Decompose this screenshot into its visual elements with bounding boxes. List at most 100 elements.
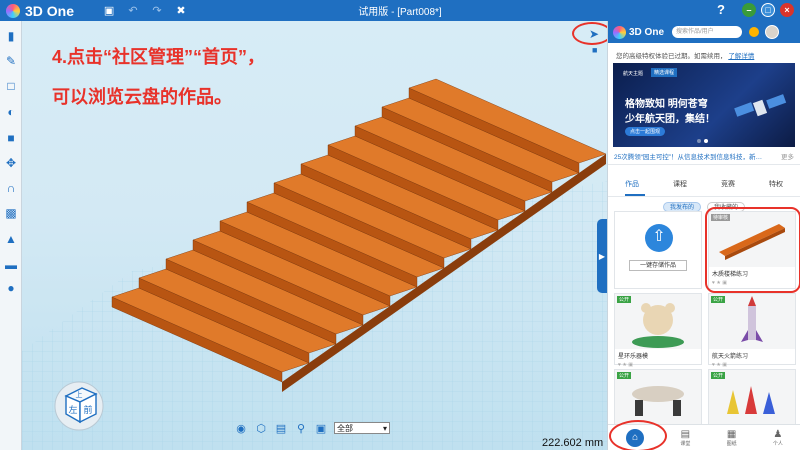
tab-underline <box>625 194 645 196</box>
move-icon[interactable]: ✥ <box>4 156 18 170</box>
promo-banner[interactable]: 航天主题 精选课程 格物致知 明何苍穹 少年航天团，集结！ 点击一起围观 <box>613 63 795 147</box>
eye-icon[interactable]: ◉ <box>234 422 248 435</box>
tab-contests[interactable]: 竞赛 <box>721 179 735 196</box>
work-name: 星环乐器模 <box>618 354 649 360</box>
status-badge: 公开 <box>617 372 632 379</box>
avatar[interactable] <box>765 25 780 39</box>
assembly-icon[interactable]: ▲ <box>4 232 18 246</box>
nav-profile[interactable]: ♟ 个人 <box>773 429 783 447</box>
work-thumbnail[interactable]: 公开 <box>709 370 795 425</box>
logo-icon <box>6 3 20 18</box>
color-icon[interactable]: ● <box>4 281 18 295</box>
status-badge: 公开 <box>617 296 632 303</box>
measure-icon[interactable]: ▬ <box>4 258 18 272</box>
work-stats-icon: ♥ ★ ▣ <box>712 362 727 368</box>
app-name: 3D One <box>25 2 75 19</box>
news-text[interactable]: 25次腾领“园主可控”！从信息技术到信息科技，新课标引发信息... <box>614 151 764 160</box>
panel-logo-text: 3D One <box>629 26 665 38</box>
status-badge: 公开 <box>711 296 726 303</box>
work-card[interactable]: 公开 <box>708 369 796 425</box>
tab-privileges[interactable]: 特权 <box>769 179 783 196</box>
sketch-icon[interactable]: ✎ <box>4 54 18 68</box>
user-icon: ♟ <box>773 428 783 440</box>
cube-front-label: 前 <box>83 404 92 416</box>
panel-tabs: 作品 课程 竞赛 特权 <box>608 165 800 197</box>
drawings-icon: ▦ <box>726 428 737 440</box>
pager-dot[interactable] <box>704 139 708 143</box>
filter-select-value: 全部 <box>337 423 353 433</box>
app-logo: 3D One <box>6 3 74 19</box>
maximize-icon[interactable]: □ <box>761 2 775 17</box>
window-controls: ? – □ × <box>717 2 794 17</box>
news-ticker[interactable]: 25次腾领“园主可控”！从信息技术到信息科技，新课标引发信息... 更多 <box>608 147 800 165</box>
instruction-text-2: 可以浏览云盘的作品。 <box>52 87 232 107</box>
banner-tag-2: 精选课程 <box>651 68 678 77</box>
help-icon[interactable]: ? <box>717 2 725 17</box>
work-thumbnail[interactable]: 公开 <box>615 294 701 349</box>
feature-icon[interactable]: ◐ <box>4 105 18 119</box>
work-card[interactable]: 公开 <box>614 369 702 425</box>
work-card[interactable]: 公开 星环乐器模 ♥ ★ ▣ <box>614 293 702 368</box>
banner-button[interactable]: 点击一起围观 <box>625 127 666 136</box>
cloud-upload-icon[interactable]: ⇧ <box>645 224 673 252</box>
sketch-edit-icon[interactable]: □ <box>4 79 18 93</box>
close-icon[interactable]: × <box>780 2 794 17</box>
tab-courses[interactable]: 课程 <box>673 179 687 196</box>
nav-classroom[interactable]: ▤ 课堂 <box>680 429 690 447</box>
measurement-readout: 222.602 mm <box>542 437 604 449</box>
panel-header: 3D One 搜索作品/用户 <box>608 21 800 43</box>
window-title: 试用版 - [Part008*] <box>358 7 442 18</box>
nav-drawings[interactable]: ▦ 图纸 <box>727 429 737 447</box>
3d-viewport[interactable]: 4.点击“社区管理”“首页”， 可以浏览云盘的作品。 ➤ ■ ▶ 上 左 前 ◉… <box>22 21 607 450</box>
minimize-icon[interactable]: – <box>742 2 756 17</box>
instruction-text-1: 4.点击“社区管理”“首页”， <box>52 47 266 67</box>
left-toolbar: ▮ ✎ □ ◐ ■ ✥ ∩ ▩ ▲ ▬ ● <box>0 21 22 450</box>
tools-icon[interactable]: ✖ <box>174 4 188 17</box>
panel-logo-icon <box>613 25 626 39</box>
notice-link[interactable]: 了解详情 <box>728 53 754 60</box>
nav-profile-label: 个人 <box>772 440 783 447</box>
basic-solid-icon[interactable]: ▮ <box>4 29 18 43</box>
redo-icon[interactable]: ↷ <box>150 4 164 17</box>
zoom-icon[interactable]: ⚲ <box>294 422 308 435</box>
upload-button[interactable]: 一键存储作品 <box>629 260 687 271</box>
satellite-icon <box>734 94 787 117</box>
filter-select[interactable]: 全部 ▾ <box>334 422 390 434</box>
work-card[interactable]: 公开 航天火箭练习 ♥ ★ ▣ <box>708 293 796 368</box>
upload-card[interactable]: ⇧ 一键存储作品 <box>614 211 702 289</box>
save-icon[interactable]: ▣ <box>102 4 116 17</box>
notice-text: 您的高级特权体验已过期。如需续用， <box>616 53 727 60</box>
highlight-ring-card <box>705 207 800 293</box>
nav-drawings-label: 图纸 <box>726 440 737 447</box>
special-feature-icon[interactable]: ■ <box>4 131 18 145</box>
undo-icon[interactable]: ↶ <box>126 4 140 17</box>
panel-collapse-tab[interactable]: ▶ <box>597 219 607 293</box>
title-bar: 3D One ▣ ↶ ↷ ✖ 试用版 - [Part008*] ? – □ × <box>0 0 800 21</box>
cube-icon[interactable]: ■ <box>592 45 597 55</box>
work-thumbnail[interactable]: 公开 <box>615 370 701 425</box>
work-name: 航天火箭练习 <box>712 354 749 360</box>
work-thumbnail[interactable]: 公开 <box>709 294 795 349</box>
banner-tag-1: 航天主题 <box>623 71 644 77</box>
chevron-down-icon: ▾ <box>382 423 387 433</box>
banner-pager[interactable] <box>697 139 708 143</box>
banner-line-1: 格物致知 明何苍穹 <box>625 99 708 110</box>
highlight-ring-community <box>572 22 607 45</box>
combine-icon[interactable]: ∩ <box>4 181 18 195</box>
expiry-notice: 您的高级特权体验已过期。如需续用， 了解详情 <box>608 43 800 63</box>
view-cube[interactable]: 上 左 前 <box>52 376 107 431</box>
coin-icon[interactable] <box>749 27 760 37</box>
view-cube-icon[interactable]: ⬡ <box>254 422 268 435</box>
highlight-ring-home <box>609 420 667 450</box>
select-filter-icon[interactable]: ▣ <box>314 422 328 435</box>
cube-left-label: 左 <box>68 404 77 416</box>
news-more-link[interactable]: 更多 <box>781 151 794 161</box>
pattern-icon[interactable]: ▩ <box>4 206 18 220</box>
pager-dot[interactable] <box>697 139 701 143</box>
panel-search-input[interactable]: 搜索作品/用户 <box>672 26 743 38</box>
community-panel: 3D One 搜索作品/用户 您的高级特权体验已过期。如需续用， 了解详情 航天… <box>607 21 800 450</box>
render-mode-icon[interactable]: ▤ <box>274 422 288 435</box>
work-stats-icon: ♥ ★ ▣ <box>618 362 633 368</box>
cube-top-label: 上 <box>76 390 83 399</box>
nav-classroom-label: 课堂 <box>680 440 691 447</box>
